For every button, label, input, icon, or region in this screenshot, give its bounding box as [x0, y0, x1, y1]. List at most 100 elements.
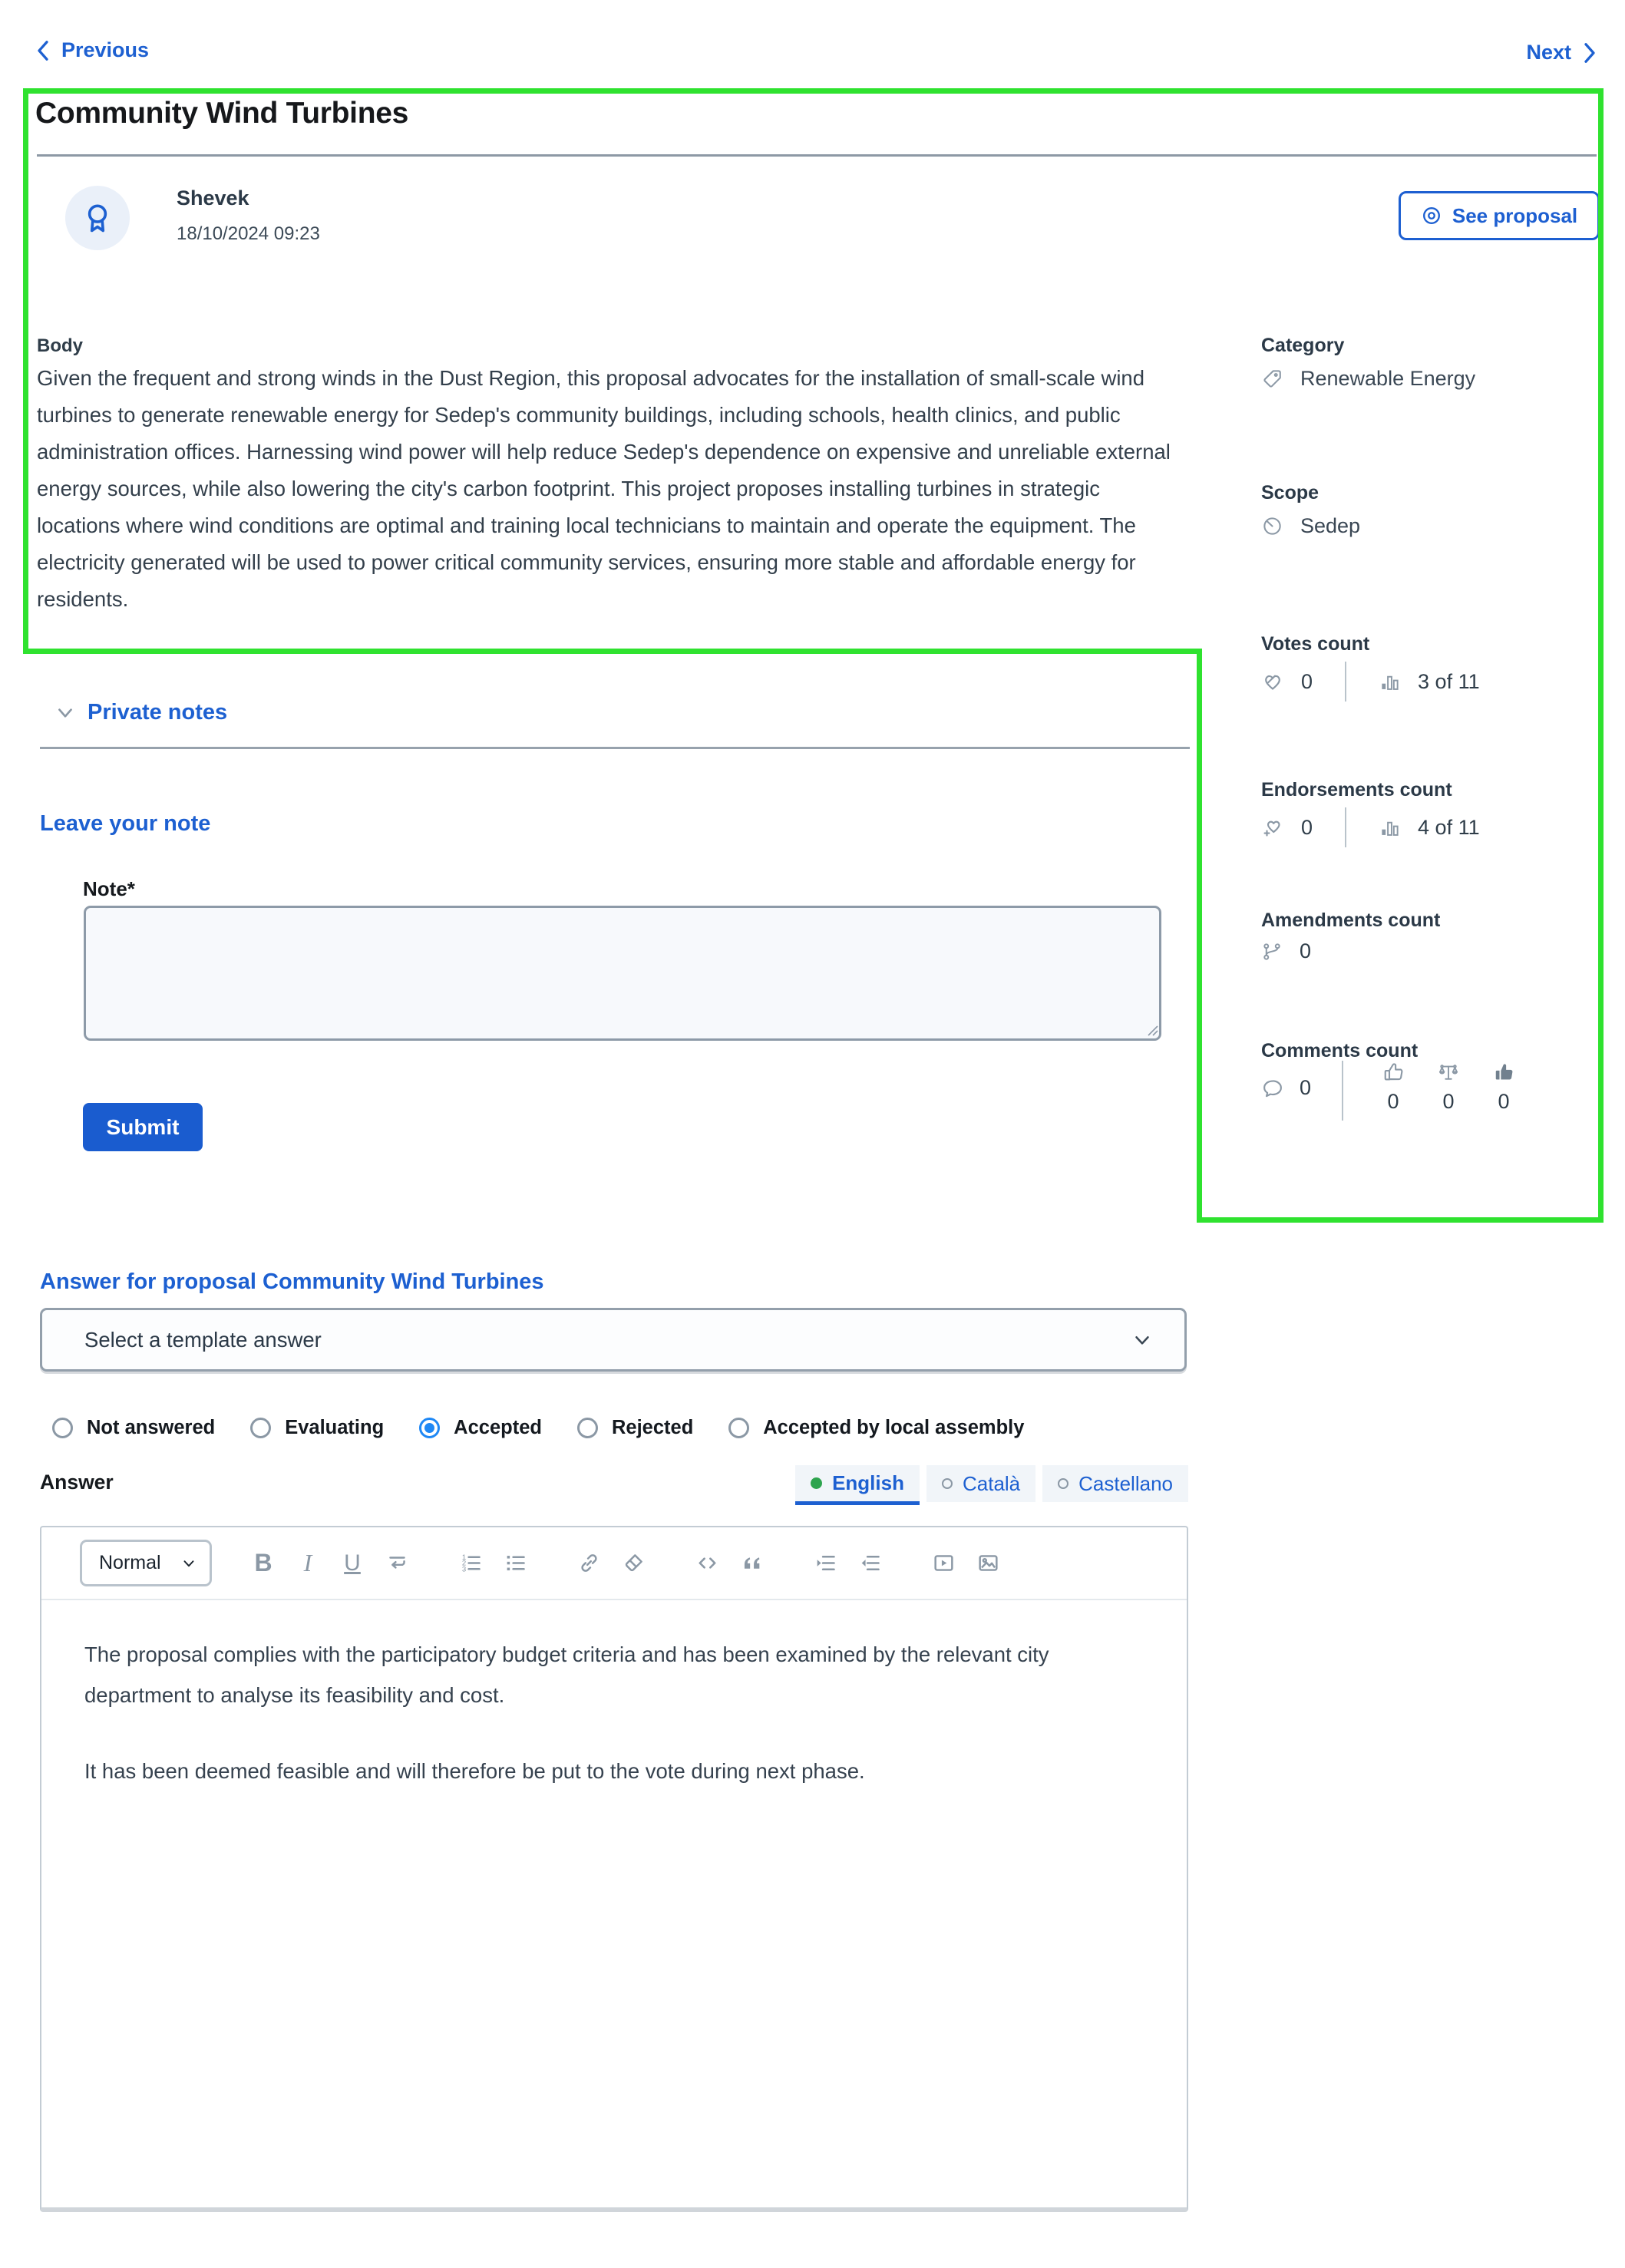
note-input[interactable]: [84, 906, 1161, 1041]
radio-label: Rejected: [611, 1417, 694, 1438]
scope-label: Scope: [1261, 482, 1319, 503]
endorsements-count-label: Endorsements count: [1261, 779, 1452, 801]
format-value: Normal: [99, 1552, 161, 1573]
comment-bubble-icon: [1261, 1077, 1284, 1100]
vertical-divider: [1345, 807, 1347, 847]
previous-link[interactable]: Previous: [35, 38, 149, 62]
untranslated-dot-icon: [1058, 1478, 1069, 1489]
section-divider: [40, 747, 1190, 749]
ordered-list-button[interactable]: 1 2 3: [448, 1541, 493, 1586]
language-label: English: [832, 1471, 904, 1494]
note-field-label: Note*: [83, 877, 135, 900]
language-label: Català: [962, 1471, 1021, 1495]
scope-value-row: Sedep: [1261, 514, 1360, 538]
comments-positive-count: 0: [1387, 1090, 1399, 1113]
see-proposal-button[interactable]: See proposal: [1399, 191, 1600, 240]
link-button[interactable]: [566, 1541, 611, 1586]
scope-value: Sedep: [1300, 514, 1361, 537]
annotation-outline-mid-horizontal: [23, 649, 1202, 654]
comments-negative-count: 0: [1498, 1090, 1510, 1113]
template-answer-select[interactable]: Select a template answer: [40, 1308, 1187, 1372]
untranslated-dot-icon: [941, 1478, 953, 1489]
category-value-row: Renewable Energy: [1261, 367, 1475, 391]
bullet-list-button[interactable]: [493, 1541, 537, 1586]
author-name: Shevek: [177, 187, 249, 210]
underline-button[interactable]: U: [330, 1541, 375, 1586]
chevron-down-icon: [180, 1555, 197, 1572]
radio-not-answered[interactable]: Not answered: [52, 1417, 215, 1439]
line-break-button[interactable]: [375, 1541, 419, 1586]
comments-negative-stack: 0: [1485, 1061, 1523, 1114]
heart-plus-icon: [1261, 816, 1284, 839]
comments-count-value: 0: [1300, 1076, 1312, 1099]
answer-status-options: Not answered Evaluating Accepted Rejecte…: [52, 1417, 1024, 1439]
comments-count-row: 0 0 0 0: [1261, 1061, 1523, 1121]
thumb-up-filled-icon: [1492, 1061, 1515, 1084]
code-button[interactable]: [685, 1541, 729, 1586]
vote-heart-icon: [1261, 670, 1284, 693]
submit-button[interactable]: Submit: [83, 1103, 203, 1151]
comments-positive-stack: 0: [1374, 1061, 1412, 1114]
radio-rejected[interactable]: Rejected: [576, 1417, 694, 1439]
chevron-down-icon: [1131, 1329, 1154, 1352]
award-badge-icon: [80, 200, 115, 236]
tag-icon: [1261, 368, 1283, 390]
tab-language-catala[interactable]: Català: [926, 1465, 1036, 1502]
format-dropdown[interactable]: Normal: [80, 1540, 212, 1586]
template-select-value: Select a template answer: [84, 1327, 322, 1352]
svg-text:3: 3: [461, 1565, 465, 1573]
tab-language-castellano[interactable]: Castellano: [1042, 1465, 1188, 1502]
previous-label: Previous: [61, 38, 150, 61]
next-label: Next: [1526, 41, 1571, 64]
next-link[interactable]: Next: [1526, 41, 1597, 64]
votes-count-label: Votes count: [1261, 633, 1370, 655]
comments-count-label: Comments count: [1261, 1040, 1419, 1061]
eye-icon: [1421, 205, 1442, 226]
thumb-up-icon: [1382, 1061, 1405, 1084]
endorsements-count-row: 0 4 of 11: [1261, 807, 1480, 847]
radio-accepted[interactable]: Accepted: [419, 1417, 542, 1439]
clear-format-button[interactable]: [611, 1541, 656, 1586]
editor-toolbar: Normal B I U 1 2 3: [41, 1527, 1187, 1600]
radio-circle: [728, 1418, 750, 1438]
video-button[interactable]: [921, 1541, 966, 1586]
amendments-count-value: 0: [1300, 939, 1312, 962]
page-title: Community Wind Turbines: [35, 97, 409, 130]
radio-circle: [576, 1418, 598, 1438]
chevron-right-icon: [1582, 41, 1597, 64]
annotation-outline-mid-vertical: [1197, 649, 1202, 1223]
amendments-count-label: Amendments count: [1261, 910, 1441, 931]
scope-icon: [1261, 515, 1283, 537]
radio-circle: [52, 1418, 73, 1438]
radio-evaluating[interactable]: Evaluating: [250, 1417, 384, 1439]
endorsements-ranking: 4 of 11: [1418, 815, 1480, 839]
blockquote-button[interactable]: [729, 1541, 774, 1586]
answer-paragraph: It has been deemed feasible and will the…: [84, 1759, 865, 1783]
private-notes-toggle[interactable]: Private notes: [55, 700, 227, 725]
outdent-button[interactable]: [847, 1541, 892, 1586]
tab-language-english[interactable]: English: [795, 1465, 920, 1505]
answer-section-heading: Answer for proposal Community Wind Turbi…: [40, 1269, 544, 1294]
indent-button[interactable]: [803, 1541, 847, 1586]
language-label: Castellano: [1078, 1471, 1173, 1495]
radio-circle: [250, 1418, 272, 1438]
italic-button[interactable]: I: [286, 1541, 330, 1586]
votes-ranking: 3 of 11: [1418, 669, 1480, 693]
vertical-divider: [1342, 1061, 1344, 1121]
editor-content[interactable]: The proposal complies with the participa…: [41, 1600, 1187, 1825]
image-button[interactable]: [966, 1541, 1010, 1586]
chevron-down-icon: [55, 703, 75, 723]
category-value: Renewable Energy: [1300, 367, 1476, 390]
annotation-outline-right: [1598, 88, 1604, 1223]
bold-button[interactable]: B: [241, 1541, 286, 1586]
answer-field-label: Answer: [40, 1471, 114, 1494]
chevron-left-icon: [35, 39, 51, 62]
body-label: Body: [37, 335, 83, 356]
answer-paragraph: The proposal complies with the participa…: [84, 1642, 1049, 1707]
annotation-outline-bottom: [1197, 1217, 1604, 1223]
rich-text-editor: Normal B I U 1 2 3 The proposal complies…: [40, 1526, 1188, 2212]
endorsements-count-value: 0: [1301, 815, 1313, 839]
annotation-outline-top: [23, 88, 1604, 94]
author-date: 18/10/2024 09:23: [177, 223, 320, 244]
radio-accepted-by-local-assembly[interactable]: Accepted by local assembly: [728, 1417, 1024, 1439]
